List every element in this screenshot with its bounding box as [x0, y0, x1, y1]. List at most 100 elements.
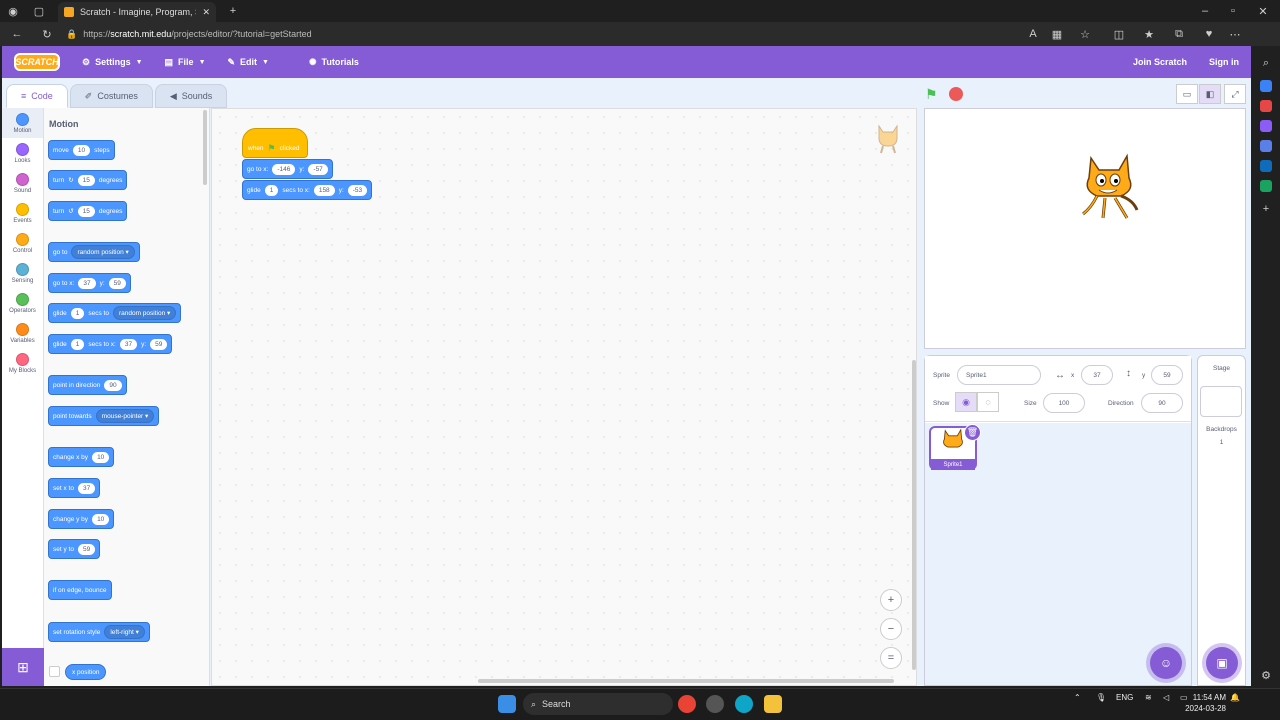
clock-time[interactable]: 11:54 AM: [1192, 693, 1226, 702]
more-menu-icon[interactable]: ⋯: [1226, 25, 1244, 43]
when-flag-clicked-block[interactable]: when ⚑ clicked: [242, 128, 308, 158]
block-change-x[interactable]: change x by 10: [48, 447, 115, 467]
favorites-icon[interactable]: ★: [1140, 25, 1158, 43]
block-dropdown[interactable]: random position ▾: [112, 306, 177, 320]
tab-actions-icon[interactable]: ▢: [30, 2, 48, 20]
notification-bell-icon[interactable]: 🔔: [1230, 693, 1240, 702]
block-input[interactable]: 10: [92, 451, 110, 463]
category-looks[interactable]: Looks: [2, 138, 43, 168]
tray-chevron-icon[interactable]: ⌃: [1074, 693, 1081, 702]
category-motion[interactable]: Motion: [2, 108, 43, 138]
block-input[interactable]: 158: [313, 184, 335, 196]
choose-backdrop-button[interactable]: ▣: [1206, 647, 1238, 679]
block-input[interactable]: 37: [77, 482, 96, 494]
backdrop-thumbnail[interactable]: [1200, 386, 1242, 417]
show-hidden-button[interactable]: ◌: [977, 392, 999, 412]
sidebar-outlook-icon[interactable]: [1260, 160, 1272, 172]
block-point-direction[interactable]: point in direction 90: [48, 375, 127, 395]
block-bounce[interactable]: if on edge, bounce: [48, 580, 112, 600]
sign-in-link[interactable]: Sign in: [1209, 57, 1239, 67]
zoom-out-button[interactable]: −: [880, 618, 902, 640]
block-input[interactable]: 10: [92, 513, 110, 525]
collections-icon[interactable]: ⧉: [1170, 25, 1188, 43]
fullscreen-button[interactable]: ⤢: [1224, 84, 1246, 104]
block-input[interactable]: 1: [264, 184, 279, 196]
tab-sounds[interactable]: ◀ Sounds: [154, 84, 228, 108]
join-scratch-link[interactable]: Join Scratch: [1133, 57, 1187, 67]
zoom-reset-button[interactable]: =: [880, 647, 902, 669]
extensions-icon[interactable]: ♥: [1200, 25, 1218, 43]
edit-menu[interactable]: ✎ Edit ▼: [228, 57, 269, 68]
block-input[interactable]: 10: [72, 144, 91, 156]
scratch-logo[interactable]: SCRATCH: [14, 53, 60, 71]
block-change-y[interactable]: change y by 10: [48, 509, 115, 529]
workspace-scrollbar-vertical[interactable]: [912, 360, 916, 670]
block-move-steps[interactable]: move 10 steps: [48, 140, 115, 160]
zoom-in-button[interactable]: +: [880, 589, 902, 611]
block-input[interactable]: 1: [70, 338, 85, 350]
favorite-star-icon[interactable]: ☆: [1076, 25, 1094, 43]
block-dropdown[interactable]: left-right ▾: [104, 625, 145, 639]
y-field[interactable]: 59: [1151, 365, 1183, 385]
block-turn-right[interactable]: turn ↻ 15 degrees: [48, 170, 128, 190]
block-set-y[interactable]: set y to 59: [48, 539, 101, 559]
back-arrow-icon[interactable]: ←: [8, 25, 26, 43]
size-field[interactable]: 100: [1043, 393, 1085, 413]
address-bar[interactable]: 🔒 https://scratch.mit.edu/projects/edito…: [66, 26, 1086, 42]
file-menu[interactable]: ▤ File ▼: [165, 57, 206, 68]
sidebar-search-icon[interactable]: ⌕: [1257, 54, 1275, 72]
block-input[interactable]: 59: [77, 543, 96, 555]
direction-field[interactable]: 90: [1141, 393, 1183, 413]
file-explorer-icon[interactable]: [764, 695, 782, 713]
block-input[interactable]: 90: [104, 379, 122, 391]
sidebar-tools-icon[interactable]: [1260, 100, 1272, 112]
sidebar-settings-icon[interactable]: ⚙: [1257, 666, 1275, 684]
sidebar-games-icon[interactable]: [1260, 120, 1272, 132]
sidebar-copilot-icon[interactable]: [1260, 140, 1272, 152]
green-flag-button[interactable]: ⚑: [925, 86, 938, 103]
block-input[interactable]: -57: [308, 163, 328, 175]
choose-sprite-button[interactable]: ☺: [1150, 647, 1182, 679]
category-sensing[interactable]: Sensing: [2, 258, 43, 288]
microphone-icon[interactable]: 🎙: [1096, 693, 1106, 702]
site-info-icon[interactable]: 🔒: [66, 29, 77, 40]
volume-icon[interactable]: ◁: [1163, 693, 1169, 702]
block-rotation-style[interactable]: set rotation style left-right ▾: [48, 622, 150, 642]
taskbar-search[interactable]: ⌕ Search: [523, 693, 673, 715]
sprite-name-field[interactable]: Sprite1: [957, 365, 1041, 385]
block-input[interactable]: 37: [78, 277, 96, 289]
block-input[interactable]: 59: [150, 338, 168, 350]
block-input[interactable]: -53: [347, 184, 368, 196]
small-stage-button[interactable]: ▭: [1176, 84, 1198, 104]
block-input[interactable]: -146: [272, 163, 296, 175]
block-go-to-xy[interactable]: go to x: 37 y: 59: [48, 273, 131, 293]
profile-icon[interactable]: ◉: [4, 2, 22, 20]
block-go-to[interactable]: go to random position ▾: [48, 242, 140, 262]
block-set-x[interactable]: set x to 37: [48, 478, 101, 498]
delete-sprite-button[interactable]: 🗑: [964, 424, 981, 441]
start-button[interactable]: [498, 695, 516, 713]
minimize-button[interactable]: –: [1196, 2, 1214, 20]
app-available-icon[interactable]: ▦: [1048, 25, 1066, 43]
block-input[interactable]: 15: [77, 174, 95, 186]
category-events[interactable]: Events: [2, 198, 43, 228]
palette-scrollbar[interactable]: [203, 110, 207, 185]
sidebar-add-icon[interactable]: +: [1257, 200, 1275, 218]
sidebar-app-icon[interactable]: [1260, 80, 1272, 92]
script-glide-to-xy[interactable]: glide 1 secs to x: 158 y: -53: [242, 180, 373, 200]
block-dropdown[interactable]: random position ▾: [71, 245, 135, 259]
block-input[interactable]: 15: [77, 205, 95, 217]
block-point-towards[interactable]: point towards mouse-pointer ▾: [48, 406, 160, 426]
stage-canvas[interactable]: [924, 108, 1246, 349]
show-visible-button[interactable]: ◉: [955, 392, 977, 412]
tutorials-button[interactable]: ✺ Tutorials: [309, 57, 359, 68]
close-window-button[interactable]: ✕: [1254, 2, 1272, 20]
browser-tab[interactable]: Scratch - Imagine, Program, Sha ✕: [58, 2, 216, 22]
block-input[interactable]: 37: [119, 338, 138, 350]
cat-sprite[interactable]: [1075, 152, 1143, 226]
chrome-taskbar-icon[interactable]: [678, 695, 696, 713]
language-indicator[interactable]: ENG: [1116, 693, 1133, 702]
add-extension-button[interactable]: ⊞: [2, 648, 44, 686]
block-glide-to[interactable]: glide 1 secs to random position ▾: [48, 303, 182, 323]
wifi-icon[interactable]: ≋: [1145, 693, 1152, 702]
